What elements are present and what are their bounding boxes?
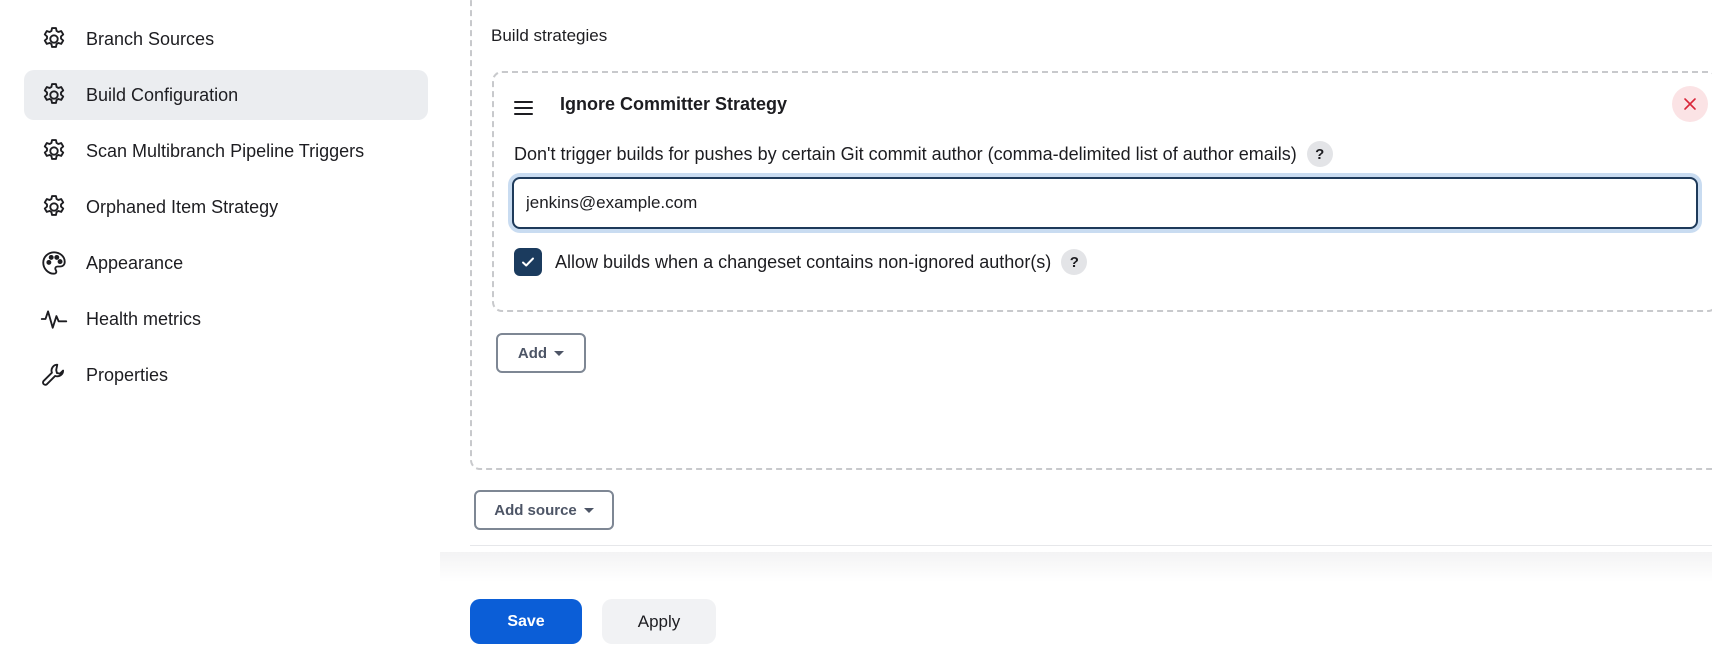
- apply-button[interactable]: Apply: [602, 599, 716, 644]
- help-button[interactable]: ?: [1061, 249, 1088, 275]
- author-field-label-text: Don't trigger builds for pushes by certa…: [514, 143, 1297, 164]
- author-emails-input[interactable]: [512, 177, 1698, 229]
- allow-builds-label: Allow builds when a changeset contains n…: [555, 251, 1052, 272]
- author-field-label: Don't trigger builds for pushes by certa…: [514, 141, 1333, 167]
- close-icon: [1684, 98, 1696, 110]
- gear-icon: [40, 193, 68, 221]
- sidebar-item-label: Scan Multibranch Pipeline Triggers: [86, 140, 365, 161]
- divider: [470, 545, 1712, 546]
- caret-down-icon: [554, 350, 565, 356]
- section-title: Build strategies: [491, 26, 608, 45]
- sidebar-item-branch-sources[interactable]: Branch Sources: [24, 14, 428, 64]
- gear-icon: [40, 137, 68, 165]
- allow-builds-checkbox[interactable]: [514, 248, 542, 276]
- sidebar-item-label: Build Configuration: [86, 84, 239, 105]
- check-icon: [522, 257, 534, 267]
- drag-handle-icon[interactable]: [514, 97, 536, 119]
- add-source-label: Add source: [494, 501, 577, 519]
- sidebar-item-label: Appearance: [86, 252, 184, 273]
- caret-down-icon: [583, 507, 594, 513]
- gear-icon: [40, 25, 68, 53]
- sidebar-item-properties[interactable]: Properties: [24, 350, 428, 400]
- main-content: Build strategies Ignore Committer Strate…: [440, 0, 1712, 646]
- sidebar-item-label: Orphaned Item Strategy: [86, 196, 279, 217]
- sidebar-item-orphaned-item-strategy[interactable]: Orphaned Item Strategy: [24, 182, 428, 232]
- sidebar: Branch Sources Build Configuration Scan …: [24, 14, 428, 406]
- add-strategy-button[interactable]: Add: [496, 333, 586, 373]
- sidebar-item-health-metrics[interactable]: Health metrics: [24, 294, 428, 344]
- allow-builds-option: Allow builds when a changeset contains n…: [514, 248, 1088, 276]
- strategy-card: Ignore Committer Strategy Don't trigger …: [492, 71, 1712, 312]
- sidebar-item-label: Branch Sources: [86, 28, 215, 49]
- wrench-icon: [40, 361, 68, 389]
- add-strategy-label: Add: [517, 344, 548, 362]
- save-button[interactable]: Save: [470, 599, 582, 644]
- sidebar-item-build-configuration[interactable]: Build Configuration: [24, 70, 428, 120]
- palette-icon: [40, 249, 68, 277]
- help-button[interactable]: ?: [1306, 141, 1333, 167]
- sidebar-item-scan-triggers[interactable]: Scan Multibranch Pipeline Triggers: [24, 126, 428, 176]
- pulse-icon: [40, 305, 68, 333]
- add-source-button[interactable]: Add source: [474, 490, 614, 530]
- close-button[interactable]: [1672, 86, 1708, 122]
- sidebar-item-appearance[interactable]: Appearance: [24, 238, 428, 288]
- strategy-title: Ignore Committer Strategy: [560, 94, 788, 114]
- gear-icon: [40, 81, 68, 109]
- sidebar-item-label: Health metrics: [86, 308, 202, 329]
- sidebar-item-label: Properties: [86, 364, 169, 385]
